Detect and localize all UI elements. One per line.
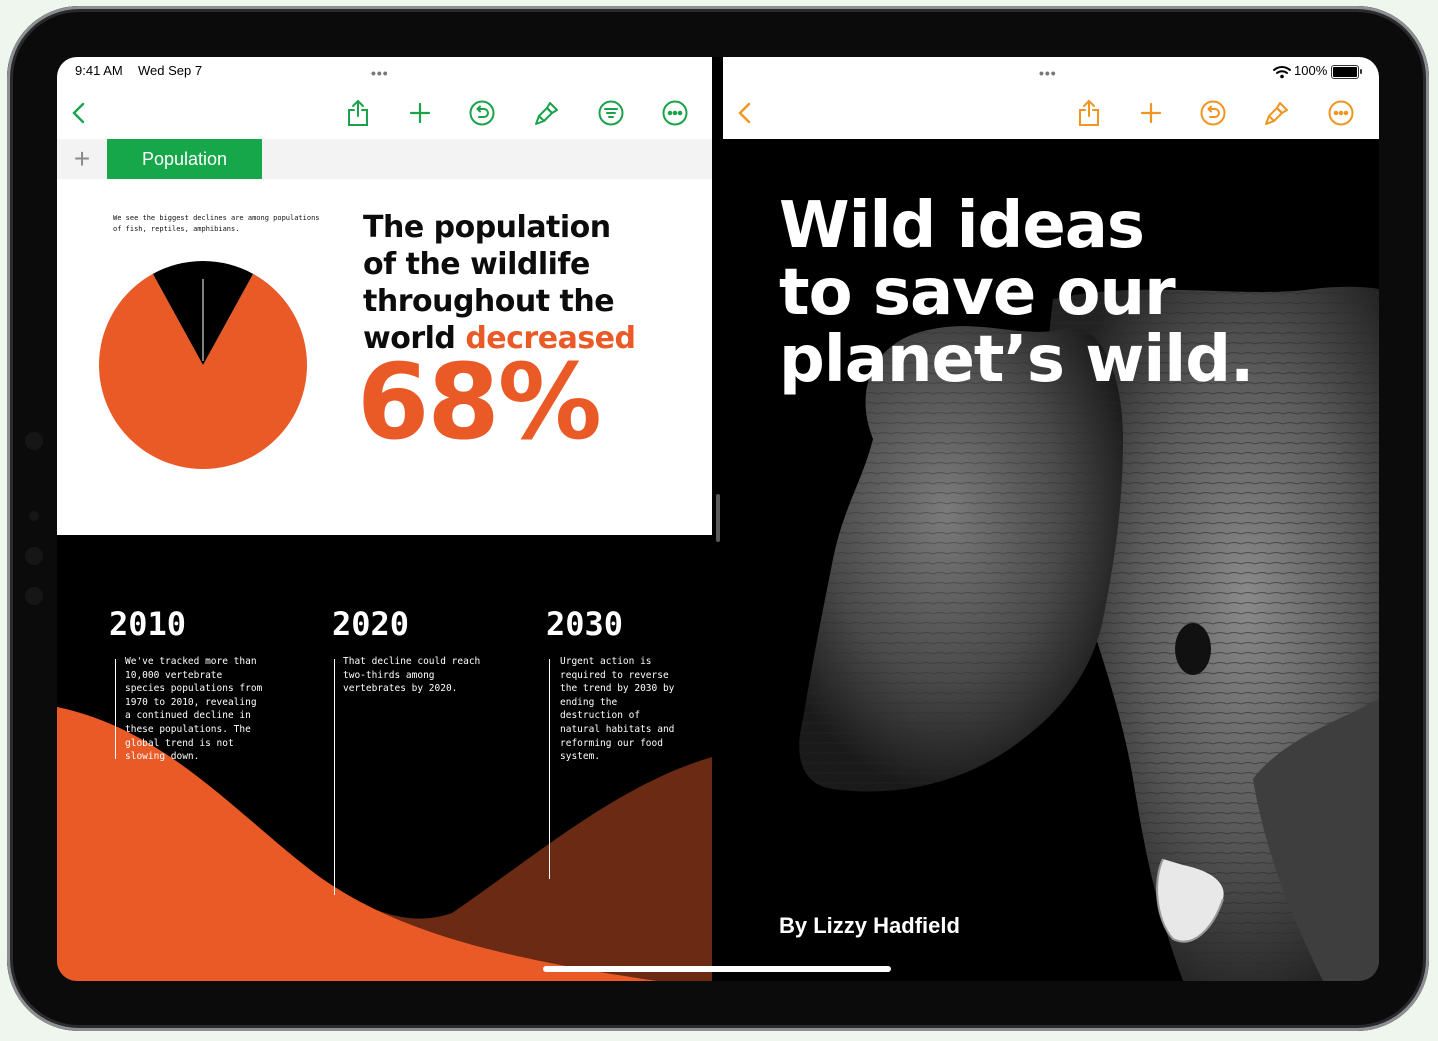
status-time: 9:41 AM — [75, 63, 123, 78]
side-sensor — [25, 587, 43, 605]
tab-population[interactable]: Population — [107, 139, 262, 179]
cover-title: Wild ideas to save our planet’s wild. — [779, 189, 1254, 397]
author-byline: By Lizzy Hadfield — [779, 913, 960, 938]
pie-chart — [98, 261, 307, 469]
battery-percent: 100% — [1294, 63, 1328, 78]
more-icon[interactable] — [659, 97, 691, 129]
timeline-text: We've tracked more than 10,000 vertebrat… — [125, 656, 263, 763]
status-bar: 9:41 AM Wed Sep 7 ••• — [57, 57, 712, 87]
title-line: planet’s wild. — [779, 323, 1254, 397]
format-brush-icon[interactable] — [1261, 97, 1293, 129]
add-sheet-button[interactable]: + — [57, 139, 107, 179]
pie-note: We see the biggest declines are among po… — [113, 214, 320, 233]
back-chevron-icon[interactable] — [63, 97, 95, 129]
document-timeline-section: 2010 We've tracked more than 10,000 vert… — [57, 535, 712, 981]
share-icon[interactable] — [342, 97, 374, 129]
multitasking-dots-icon[interactable]: ••• — [371, 65, 389, 81]
timeline-year: 2030 — [546, 605, 624, 643]
status-bar: ••• 100% — [723, 57, 1379, 87]
headline-line: The population — [363, 210, 611, 245]
big-percentage: 68% — [357, 341, 602, 463]
right-toolbar — [723, 87, 1379, 139]
document-top-section: We see the biggest declines are among po… — [57, 179, 712, 535]
split-view-divider-handle[interactable] — [716, 494, 720, 542]
timeline-line — [549, 659, 550, 879]
timeline-text: Urgent action is required to reverse the… — [560, 656, 675, 763]
undo-icon[interactable] — [466, 97, 498, 129]
title-line: to save our — [779, 256, 1176, 330]
left-app-pane: 9:41 AM Wed Sep 7 ••• + Population We se… — [57, 57, 712, 981]
more-icon[interactable] — [1325, 97, 1357, 129]
headline-line: throughout the — [363, 284, 615, 319]
status-date: Wed Sep 7 — [138, 63, 203, 78]
add-icon[interactable] — [404, 97, 436, 129]
side-camera — [29, 511, 39, 521]
multitasking-dots-icon[interactable]: ••• — [1039, 65, 1057, 81]
side-sensor — [25, 547, 43, 565]
organize-icon[interactable] — [595, 97, 627, 129]
sheet-tab-bar: + Population — [57, 139, 712, 180]
timeline-text: That decline could reach two-thirds amon… — [343, 656, 481, 695]
timeline-line — [115, 659, 116, 759]
timeline-year: 2010 — [109, 605, 187, 643]
back-chevron-icon[interactable] — [729, 97, 761, 129]
battery-icon — [1331, 65, 1362, 79]
add-icon[interactable] — [1135, 97, 1167, 129]
share-icon[interactable] — [1073, 97, 1105, 129]
timeline-year: 2020 — [332, 605, 410, 643]
wifi-icon — [1273, 66, 1291, 79]
left-toolbar — [57, 87, 712, 139]
home-indicator[interactable] — [543, 966, 891, 972]
undo-icon[interactable] — [1197, 97, 1229, 129]
title-line: Wild ideas — [779, 189, 1145, 263]
format-brush-icon[interactable] — [531, 97, 563, 129]
headline-line: of the wildlife — [363, 247, 590, 282]
side-sensor — [25, 432, 43, 450]
right-app-pane: ••• 100% Wild ideas to save our planet’s… — [723, 57, 1379, 981]
timeline-line — [334, 659, 335, 895]
headline: The population of the wildlife throughou… — [363, 209, 683, 357]
